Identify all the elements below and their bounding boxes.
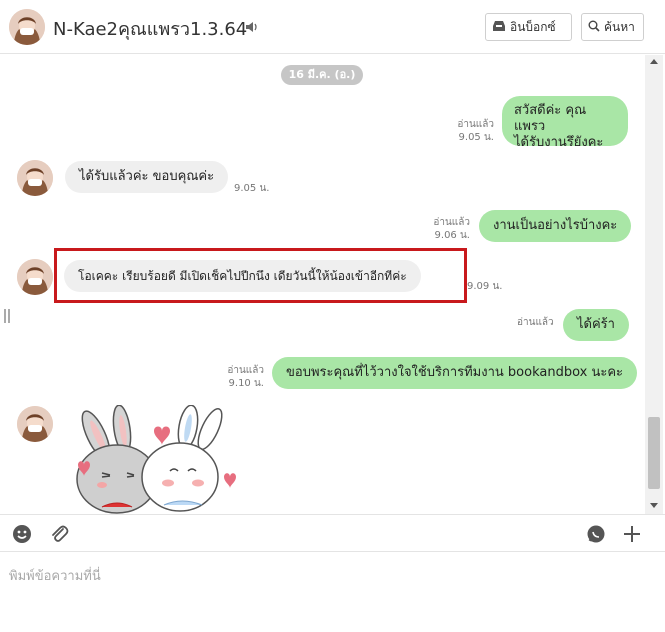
- emoji-icon[interactable]: [11, 523, 33, 545]
- chat-history[interactable]: 16 มี.ค. (อ.) อ่านแล้ว 9.05 น. สวัสดีค่ะ…: [0, 55, 645, 514]
- chat-title: N-Kae2คุณแพรว1.3.64: [53, 19, 248, 40]
- inbox-icon: [492, 20, 506, 35]
- read-status: อ่านแล้ว: [227, 365, 264, 376]
- message-meta: อ่านแล้ว 9.05 น.: [440, 118, 494, 144]
- message-bubble-outgoing[interactable]: ขอบพระคุณที่ไว้วางใจใช้บริการทีมงาน book…: [272, 357, 638, 389]
- read-status: อ่านแล้ว: [433, 217, 470, 228]
- scroll-up-arrow-icon[interactable]: [650, 59, 658, 64]
- composer-toolbar: [0, 514, 665, 552]
- chat-scrollbar[interactable]: [645, 55, 663, 514]
- message-bubble-outgoing[interactable]: สวัสดีค่ะ คุณแพรว ได้รับงานรึยังคะ: [502, 96, 628, 150]
- message-time: 9.10 น.: [228, 378, 264, 389]
- scroll-down-arrow-icon[interactable]: [650, 503, 658, 508]
- avatar[interactable]: [9, 9, 45, 45]
- inbox-button[interactable]: อินบ็อกซ์: [485, 13, 572, 41]
- plus-icon[interactable]: [621, 523, 643, 545]
- search-button[interactable]: ค้นหา: [581, 13, 644, 41]
- message-time: 9.05 น.: [234, 183, 270, 194]
- read-status: อ่านแล้ว: [457, 119, 494, 130]
- chat-bubble-icon[interactable]: [585, 523, 607, 545]
- scrollbar-thumb[interactable]: [648, 417, 660, 489]
- message-time: 9.09 น.: [467, 281, 503, 292]
- search-icon: [588, 20, 600, 35]
- sticker-image[interactable]: [72, 404, 252, 514]
- inbox-label: อินบ็อกซ์: [510, 19, 556, 34]
- message-input[interactable]: [0, 553, 665, 632]
- message-time: 9.05 น.: [458, 132, 494, 143]
- avatar[interactable]: [17, 406, 53, 442]
- message-bubble-outgoing[interactable]: งานเป็นอย่างไรบ้างคะ: [479, 210, 632, 242]
- chat-header: N-Kae2คุณแพรว1.3.64 อินบ็อกซ์ ค้นหา: [0, 0, 665, 54]
- message-bubble-outgoing[interactable]: ได้ค่ร้า: [563, 309, 629, 341]
- read-status: อ่านแล้ว: [517, 317, 554, 328]
- message-meta: อ่านแล้ว 9.06 น.: [418, 216, 470, 242]
- message-meta: อ่านแล้ว 9.10 น.: [212, 364, 264, 390]
- message-time: 9.06 น.: [434, 230, 470, 241]
- search-label: ค้นหา: [604, 19, 635, 34]
- message-text: สวัสดีค่ะ คุณแพรว: [514, 103, 587, 134]
- message-bubble-incoming[interactable]: ได้รับแล้วค่ะ ขอบคุณค่ะ: [65, 161, 229, 193]
- avatar[interactable]: [17, 160, 53, 196]
- highlight-box: [54, 248, 467, 303]
- resize-handle[interactable]: [4, 309, 10, 323]
- paperclip-icon[interactable]: [48, 523, 70, 545]
- date-separator: 16 มี.ค. (อ.): [281, 65, 363, 85]
- speaker-icon[interactable]: [244, 19, 260, 35]
- avatar[interactable]: [17, 259, 53, 295]
- message-text: ได้รับงานรึยังคะ: [514, 135, 604, 150]
